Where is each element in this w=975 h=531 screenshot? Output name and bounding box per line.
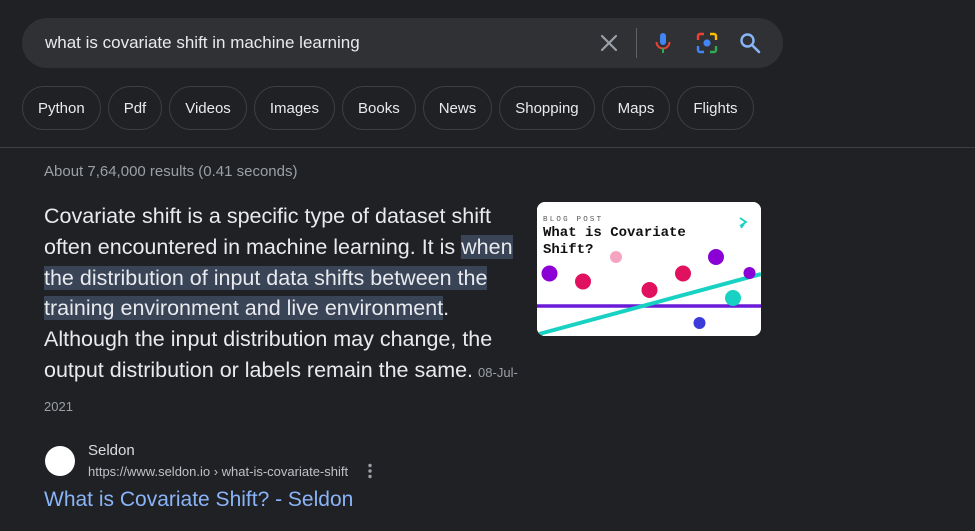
chip-images[interactable]: Images [253, 86, 336, 130]
thumbnail-dot [641, 282, 658, 298]
thumbnail-dot [743, 267, 756, 279]
snippet-thumbnail[interactable]: BLOG POST What is Covariate Shift? [537, 202, 761, 336]
source-favicon [45, 446, 75, 476]
thumbnail-kicker: BLOG POST [543, 216, 603, 224]
thumbnail-dot [693, 317, 706, 329]
header-divider [0, 147, 975, 148]
thumbnail-title-line2: Shift? [543, 242, 593, 258]
search-input[interactable] [45, 33, 575, 53]
thumbnail-dot [541, 265, 558, 282]
thumbnail-dot [610, 251, 622, 263]
source-url[interactable]: https://www.seldon.io › what-is-covariat… [88, 464, 348, 479]
more-options-icon[interactable] [362, 462, 378, 480]
thumbnail-title-line1: What is Covariate [543, 225, 686, 241]
close-icon[interactable] [597, 31, 621, 55]
result-title-link[interactable]: What is Covariate Shift? - Seldon [44, 488, 353, 512]
thumbnail-dot [708, 249, 724, 265]
snippet-text-before: Covariate shift is a specific type of da… [44, 204, 491, 259]
chip-books[interactable]: Books [342, 86, 416, 130]
search-bar [22, 18, 783, 68]
thumbnail-dot [725, 290, 741, 306]
chip-news[interactable]: News [422, 86, 493, 130]
chip-shopping[interactable]: Shopping [499, 86, 595, 130]
chip-python[interactable]: Python [22, 86, 101, 130]
chip-videos[interactable]: Videos [169, 86, 247, 130]
source-name[interactable]: Seldon [88, 442, 135, 459]
chip-maps[interactable]: Maps [601, 86, 671, 130]
thumbnail-dot [575, 273, 591, 290]
search-bar-divider [636, 28, 637, 58]
filter-chips: Python Pdf Videos Images Books News Shop… [22, 86, 754, 130]
lens-icon[interactable] [695, 31, 719, 55]
featured-snippet-text: Covariate shift is a specific type of da… [44, 201, 524, 423]
search-icon[interactable] [738, 31, 762, 55]
chip-pdf[interactable]: Pdf [107, 86, 163, 130]
result-stats: About 7,64,000 results (0.41 seconds) [44, 163, 298, 180]
microphone-icon[interactable] [651, 31, 675, 55]
chip-flights[interactable]: Flights [677, 86, 754, 130]
thumbnail-dot [675, 265, 691, 282]
